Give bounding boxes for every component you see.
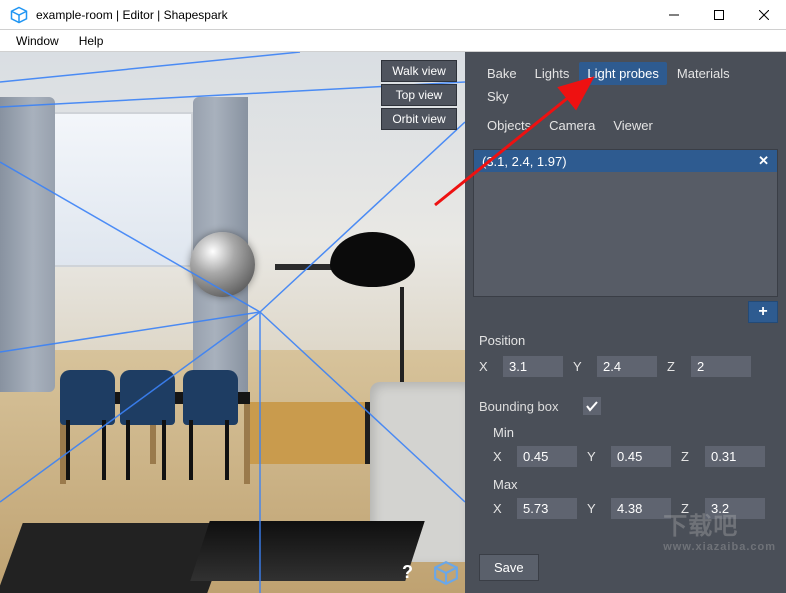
menubar: Window Help: [0, 30, 786, 52]
bbox-min-z-label: Z: [681, 449, 695, 464]
tab-camera[interactable]: Camera: [541, 114, 603, 137]
tab-light-probes[interactable]: Light probes: [579, 62, 667, 85]
bbox-min-x-input[interactable]: [517, 446, 577, 467]
window-close-button[interactable]: [741, 0, 786, 30]
orbit-view-button[interactable]: Orbit view: [381, 108, 457, 130]
panel-tabs: Bake Lights Light probes Materials Sky O…: [465, 52, 786, 143]
tab-objects[interactable]: Objects: [479, 114, 539, 137]
menu-help[interactable]: Help: [69, 30, 114, 52]
tab-viewer[interactable]: Viewer: [605, 114, 661, 137]
position-z-label: Z: [667, 359, 681, 374]
bbox-max-z-input[interactable]: [705, 498, 765, 519]
scene-chair: [183, 370, 238, 425]
bbox-max-block: Max X Y Z: [493, 477, 774, 519]
save-button[interactable]: Save: [479, 554, 539, 581]
position-section: Position X Y Z: [465, 323, 786, 387]
bbox-max-x-input[interactable]: [517, 498, 577, 519]
scene-chair: [120, 370, 175, 425]
scene-chair: [60, 370, 115, 425]
bounding-box-section: Bounding box Min X Y Z Max: [465, 387, 786, 529]
panel-footer: Save: [465, 542, 786, 593]
tab-lights[interactable]: Lights: [527, 62, 578, 85]
position-y-input[interactable]: [597, 356, 657, 377]
tab-sky[interactable]: Sky: [479, 85, 517, 108]
bbox-max-y-input[interactable]: [611, 498, 671, 519]
bbox-min-y-input[interactable]: [611, 446, 671, 467]
bbox-min-label: Min: [493, 425, 774, 440]
check-icon: [586, 400, 598, 412]
scene-coffee-table: [190, 521, 424, 581]
remove-probe-icon[interactable]: ✕: [758, 153, 769, 169]
bbox-min-x-label: X: [493, 449, 507, 464]
position-y-label: Y: [573, 359, 587, 374]
tab-materials[interactable]: Materials: [669, 62, 738, 85]
view-mode-buttons: Walk view Top view Orbit view: [381, 60, 457, 130]
scene-table-leg: [244, 404, 250, 484]
bbox-max-y-label: Y: [587, 501, 601, 516]
bounding-box-title: Bounding box: [479, 399, 559, 414]
scene-window: [48, 112, 193, 267]
window-minimize-button[interactable]: [651, 0, 696, 30]
scene-curtain-left: [0, 97, 55, 392]
viewport-footer: ?: [394, 558, 459, 587]
app-logo-icon: [10, 6, 28, 24]
tab-bake[interactable]: Bake: [479, 62, 525, 85]
light-probe-list[interactable]: (3.1, 2.4, 1.97) ✕: [473, 149, 778, 297]
help-button[interactable]: ?: [394, 558, 421, 587]
workspace: Walk view Top view Orbit view ? Bake Lig…: [0, 52, 786, 593]
position-x-label: X: [479, 359, 493, 374]
viewport-3d[interactable]: Walk view Top view Orbit view ?: [0, 52, 465, 593]
window-maximize-button[interactable]: [696, 0, 741, 30]
position-x-input[interactable]: [503, 356, 563, 377]
scene-mirror-sphere: [190, 232, 255, 297]
bbox-min-y-label: Y: [587, 449, 601, 464]
window-title: example-room | Editor | Shapespark: [36, 8, 651, 22]
menu-window[interactable]: Window: [6, 30, 69, 52]
add-probe-button[interactable]: +: [748, 301, 778, 323]
scene-floor-lamp: [330, 232, 415, 287]
bbox-min-z-input[interactable]: [705, 446, 765, 467]
top-view-button[interactable]: Top view: [381, 84, 457, 106]
bbox-max-label: Max: [493, 477, 774, 492]
bbox-min-block: Min X Y Z: [493, 425, 774, 467]
light-probe-item[interactable]: (3.1, 2.4, 1.97) ✕: [474, 150, 777, 172]
light-probe-label: (3.1, 2.4, 1.97): [482, 154, 567, 169]
bounding-box-checkbox[interactable]: [583, 397, 601, 415]
bbox-max-x-label: X: [493, 501, 507, 516]
bbox-max-z-label: Z: [681, 501, 695, 516]
position-z-input[interactable]: [691, 356, 751, 377]
side-panel: Bake Lights Light probes Materials Sky O…: [465, 52, 786, 593]
position-title: Position: [479, 333, 774, 348]
shapespark-logo-icon[interactable]: [433, 560, 459, 586]
window-titlebar: example-room | Editor | Shapespark: [0, 0, 786, 30]
walk-view-button[interactable]: Walk view: [381, 60, 457, 82]
